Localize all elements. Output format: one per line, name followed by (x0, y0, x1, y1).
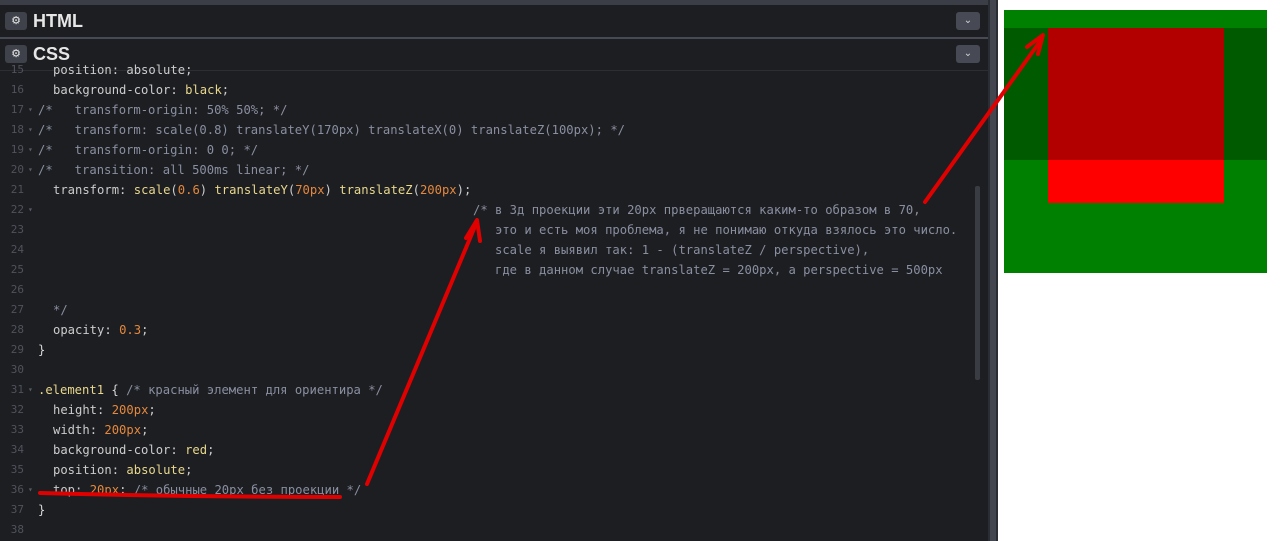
editor-column: ⚙ HTML ⌄ ⚙ CSS ⌄ 15 position: absolute; … (0, 0, 988, 541)
fold-arrow-icon[interactable]: ▾ (28, 140, 33, 160)
line-number: 32 (10, 403, 24, 416)
gear-icon[interactable]: ⚙ (5, 12, 27, 30)
html-panel-title: HTML (33, 11, 83, 31)
code-line: } (38, 503, 46, 517)
line-number: 19 (10, 143, 24, 156)
line-number: 23 (10, 223, 24, 236)
code-line: background-color: black; (53, 83, 230, 97)
chevron-down-icon[interactable]: ⌄ (956, 12, 980, 30)
fold-arrow-icon[interactable]: ▾ (28, 380, 33, 400)
line-number: 20 (10, 163, 24, 176)
code-line: } (38, 343, 46, 357)
line-number: 22 (10, 203, 24, 216)
code-line: /* transform: scale(0.8) translateY(170p… (38, 123, 625, 137)
red-overlap-region (1048, 28, 1224, 160)
fold-arrow-icon[interactable]: ▾ (28, 120, 33, 140)
fold-arrow-icon[interactable]: ▾ (28, 100, 33, 120)
code-line: .element1 { /* красный элемент для ориен… (38, 383, 383, 397)
fold-arrow-icon[interactable]: ▾ (28, 480, 33, 500)
line-number: 17 (10, 103, 24, 116)
line-number: 36 (10, 483, 24, 496)
code-line: */ (53, 303, 68, 317)
code-line: background-color: red; (53, 443, 215, 457)
code-line: transform: scale(0.6) translateY(70px) t… (53, 183, 472, 197)
code-line: /* transform-origin: 50% 50%; */ (38, 103, 288, 117)
code-line: где в данном случае translateZ = 200px, … (473, 263, 943, 277)
resize-divider[interactable] (988, 0, 998, 541)
html-panel-header[interactable]: ⚙ HTML ⌄ (0, 5, 988, 38)
line-number: 37 (10, 503, 24, 516)
code-line: opacity: 0.3; (53, 323, 149, 337)
line-number: 21 (10, 183, 24, 196)
code-line: top: 20px; /* обычные 20px без проекции … (53, 483, 362, 497)
line-number: 34 (10, 443, 24, 456)
line-number: 31 (10, 383, 24, 396)
code-line: /* transform-origin: 0 0; */ (38, 143, 259, 157)
code-line: /* в 3д проекции эти 20px прверащаются к… (473, 203, 921, 217)
code-line: scale я выявил так: 1 - (translateZ / pe… (473, 243, 870, 257)
code-line: position: absolute; (53, 63, 193, 77)
code-line: /* transition: all 500ms linear; */ (38, 163, 310, 177)
line-number: 30 (10, 363, 24, 376)
chevron-down-icon[interactable]: ⌄ (956, 45, 980, 63)
line-number: 38 (10, 523, 24, 536)
line-number: 28 (10, 323, 24, 336)
line-number: 33 (10, 423, 24, 436)
fold-arrow-icon[interactable]: ▾ (28, 160, 33, 180)
line-number: 25 (10, 263, 24, 276)
line-number: 18 (10, 123, 24, 136)
line-number: 16 (10, 83, 24, 96)
code-line: width: 200px; (53, 423, 149, 437)
css-code-editor[interactable]: 15 position: absolute; 16 background-col… (0, 63, 988, 541)
code-line: height: 200px; (53, 403, 156, 417)
resize-handle[interactable] (990, 0, 996, 541)
line-number: 27 (10, 303, 24, 316)
line-number: 24 (10, 243, 24, 256)
line-number: 26 (10, 283, 24, 296)
preview-pane (998, 0, 1280, 541)
line-number: 15 (10, 63, 24, 76)
line-number: 29 (10, 343, 24, 356)
code-line: position: absolute; (53, 463, 193, 477)
fold-arrow-icon[interactable]: ▾ (28, 200, 33, 220)
line-number: 35 (10, 463, 24, 476)
editor-scrollbar[interactable] (975, 186, 980, 380)
code-line: это и есть моя проблема, я не понимаю от… (473, 223, 958, 237)
